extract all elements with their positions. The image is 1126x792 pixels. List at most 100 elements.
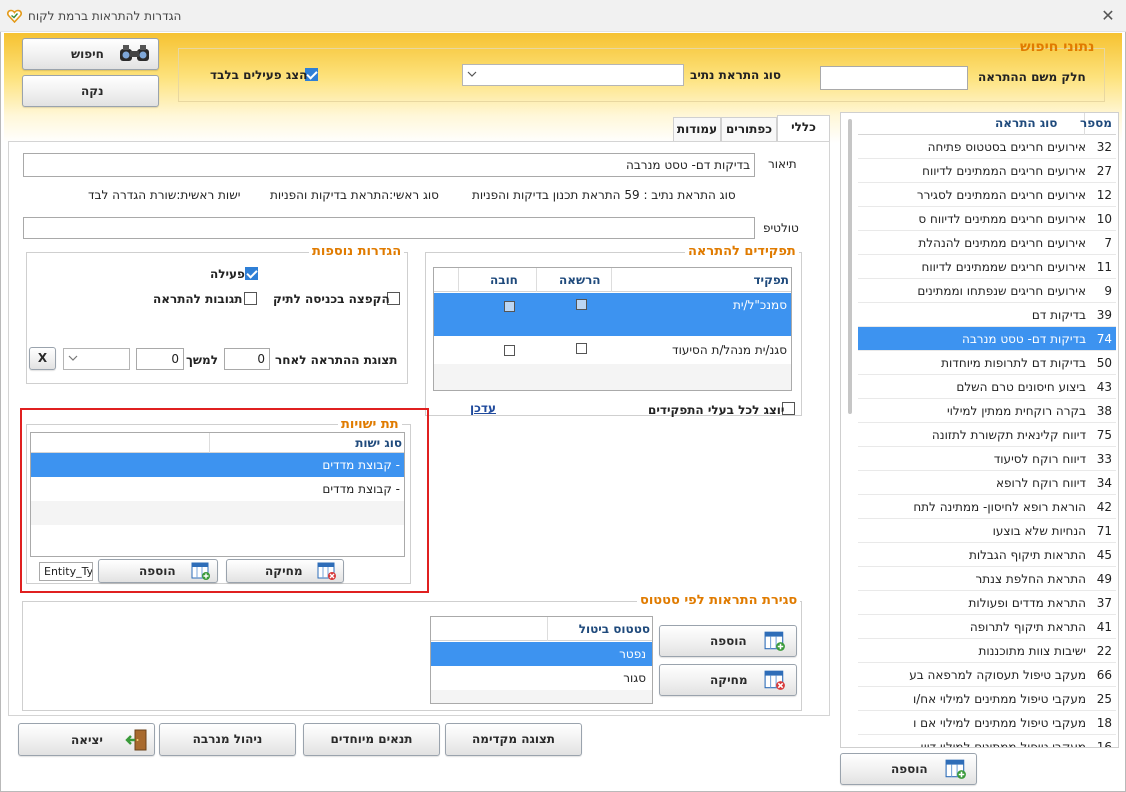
number-column-header: מספר (1080, 116, 1112, 130)
roles-grid[interactable]: תפקיד הרשאה חובה סמנכ"ל/ית סגנ/ית מנהל/ת… (433, 267, 792, 391)
permission-checkbox[interactable] (576, 299, 587, 310)
delete-table-icon (764, 670, 785, 690)
tab-buttons[interactable]: כפתורים (721, 117, 777, 141)
main-entity-info: ישות ראשית:שורת הגדרה לבד (88, 188, 241, 202)
status-delete-button[interactable]: מחיקה (659, 664, 797, 696)
status-row[interactable]: נפטר (431, 642, 652, 666)
alert-list-row[interactable]: 16 מעקבי טיפול ממתינים למילוי דיוו (858, 735, 1116, 747)
alert-list-row[interactable]: 50 בדיקות דם לתרופות מיוחדות (858, 351, 1116, 375)
alert-list-row[interactable]: 11 אירועים חריגים שממתינים לדיווח (858, 255, 1116, 279)
alert-list-row[interactable]: 74 בדיקות דם- טסט מנרבה (858, 327, 1116, 351)
sub-entity-row[interactable]: - קבוצת מדדים (31, 453, 404, 477)
clear-button[interactable]: נקה (22, 75, 159, 107)
alert-list-row[interactable]: 38 בקרה רוקחית ממתין למילוי (858, 399, 1116, 423)
alert-list-row[interactable]: 18 מעקבי טיפול ממתינים למילוי אם ו (858, 711, 1116, 735)
role-row[interactable]: סגנ/ית מנהל/ת הסיעוד (434, 338, 791, 364)
tooltip-label: טולטיפ (763, 221, 799, 235)
alert-type-name: התראות תיקוף הגבלות (968, 548, 1086, 562)
alert-type-name: אירועים חריגים שנפתחו וממתינים (917, 284, 1086, 298)
exit-button[interactable]: יציאה (18, 723, 155, 756)
clear-x-button[interactable]: X (29, 347, 56, 370)
alert-list-row[interactable]: 41 התראת תיקוף לתרופה (858, 615, 1116, 639)
alert-list-row[interactable]: 34 דיווח רוקח לרופא (858, 471, 1116, 495)
alert-list-row[interactable]: 12 אירועים חריגים הממתינים לסגירר (858, 183, 1116, 207)
tooltip-input[interactable] (23, 217, 755, 239)
alert-list-row[interactable]: 25 מעקבי טיפול ממתינים למילוי אח/ו (858, 687, 1116, 711)
sub-entity-row[interactable]: - קבוצת מדדים (31, 477, 404, 501)
alert-type-name: ביצוע חיסונים טרם השלם (956, 380, 1086, 394)
alert-type-name: אירועים חריגים ממתינים להנהלת (918, 236, 1086, 250)
title-bar: הגדרות להתראות ברמת לקוח ✕ (0, 0, 1126, 32)
active-checkbox[interactable] (245, 267, 258, 280)
type-filter-select[interactable] (462, 64, 684, 86)
alert-list-header: מספר סוג התראה (858, 113, 1116, 135)
alert-list-row[interactable]: 49 התראת החלפת צנתר (858, 567, 1116, 591)
preview-button[interactable]: תצוגה מקדימה (445, 723, 582, 756)
alert-type-list[interactable]: מספר סוג התראה 32 אירועים חריגים בסטטוס פ… (840, 112, 1119, 748)
alert-list-row[interactable]: 37 התראת מדדים ופעולות (858, 591, 1116, 615)
tab-columns[interactable]: עמודות (673, 117, 721, 141)
alert-number: 37 (1096, 596, 1112, 610)
alert-list-row[interactable]: 45 התראות תיקוף הגבלות (858, 543, 1116, 567)
entity-type-field[interactable]: Entity_Typ (39, 562, 93, 581)
list-scrollbar[interactable] (848, 119, 852, 414)
alert-list-row[interactable]: 27 אירועים חריגים הממתינים לדיווח (858, 159, 1116, 183)
update-roles-link[interactable]: עדכן (470, 401, 496, 415)
role-name: סמנכ"ל/ית (732, 298, 787, 312)
status-add-button[interactable]: הוספה (659, 625, 797, 657)
alert-number: 34 (1096, 476, 1112, 490)
alert-list-row[interactable]: 71 הנחיות שלא בוצעו (858, 519, 1116, 543)
cancel-status-column-header: סטטוס ביטול (578, 622, 650, 636)
alert-type-name: דיווח קלינאית תקשורת לתזונה (931, 428, 1086, 442)
manage-minerva-button[interactable]: ניהול מנרבה (159, 723, 296, 756)
sub-entity-name: - קבוצת מדדים (322, 482, 400, 496)
alert-type-name: מעקבי טיפול ממתינים למילוי אם ו (913, 716, 1086, 730)
required-checkbox[interactable] (504, 301, 515, 312)
exit-button-label: יציאה (71, 733, 103, 747)
tab-buttons-label: כפתורים (725, 122, 773, 136)
add-table-icon (191, 562, 210, 580)
alert-list-row[interactable]: 32 אירועים חריגים בסטטוס פתיחה (858, 135, 1116, 159)
responses-checkbox[interactable] (244, 292, 257, 305)
alert-number: 33 (1096, 452, 1112, 466)
alert-list-row[interactable]: 33 דיווח רוקח לסיעוד (858, 447, 1116, 471)
search-button[interactable]: חיפוש (22, 38, 159, 70)
status-grid[interactable]: סטטוס ביטול נפטר סגור (430, 616, 653, 704)
alert-type-name: בדיקות דם- טסט מנרבה (962, 332, 1086, 346)
sub-entities-grid[interactable]: סוג ישות - קבוצת מדדים - קבוצת מדדים (30, 432, 405, 557)
alert-list-row[interactable]: 9 אירועים חריגים שנפתחו וממתינים (858, 279, 1116, 303)
alert-type-name: בדיקות דם לתרופות מיוחדות (941, 356, 1086, 370)
alert-list-row[interactable]: 66 מעקב טיפול תעסוקה למרפאה בע (858, 663, 1116, 687)
close-icon[interactable]: ✕ (1100, 8, 1116, 24)
alert-number: 39 (1096, 308, 1112, 322)
alert-list-row[interactable]: 42 הוראת רופא לחיסון- ממתינה לתח (858, 495, 1116, 519)
alert-list-row[interactable]: 39 בדיקות דם (858, 303, 1116, 327)
alert-list-row[interactable]: 43 ביצוע חיסונים טרם השלם (858, 375, 1116, 399)
role-row[interactable]: סמנכ"ל/ית (434, 293, 791, 336)
alert-list-row[interactable]: 10 אירועים חריגים ממתינים לדיווח ס (858, 207, 1116, 231)
alert-number: 50 (1096, 356, 1112, 370)
duration-value: 0 (171, 352, 179, 366)
name-filter-input[interactable] (820, 66, 968, 90)
permission-checkbox[interactable] (576, 343, 587, 354)
status-row[interactable]: סגור (431, 666, 652, 690)
display-after-input[interactable]: 0 (224, 348, 270, 370)
duration-input[interactable]: 0 (136, 348, 184, 370)
empty-row (431, 690, 652, 703)
alert-type-name: מעקבי טיפול ממתינים למילוי אח/ו (912, 692, 1086, 706)
alert-type-name: דיווח רוקח לרופא (995, 476, 1086, 490)
sub-entities-title: תת ישויות (338, 417, 402, 432)
special-conditions-button[interactable]: תנאים מיוחדים (303, 723, 440, 756)
alert-list-row[interactable]: 75 דיווח קלינאית תקשורת לתזונה (858, 423, 1116, 447)
duration-unit-select[interactable] (63, 348, 130, 370)
alert-list-row[interactable]: 7 אירועים חריגים ממתינים להנהלת (858, 231, 1116, 255)
alert-add-button[interactable]: הוספה (840, 753, 977, 785)
alert-list-row[interactable]: 22 ישיבות צוות מתוכננות (858, 639, 1116, 663)
tab-general[interactable]: כללי (777, 115, 830, 141)
description-input[interactable]: בדיקות דם- טסט מנרבה (23, 153, 755, 177)
sub-entity-add-button[interactable]: הוספה (98, 559, 218, 583)
roles-group-title: תפקידים להתראה (685, 244, 799, 259)
alert-number: 41 (1096, 620, 1112, 634)
sub-entity-delete-button[interactable]: מחיקה (226, 559, 344, 583)
required-checkbox[interactable] (504, 345, 515, 356)
